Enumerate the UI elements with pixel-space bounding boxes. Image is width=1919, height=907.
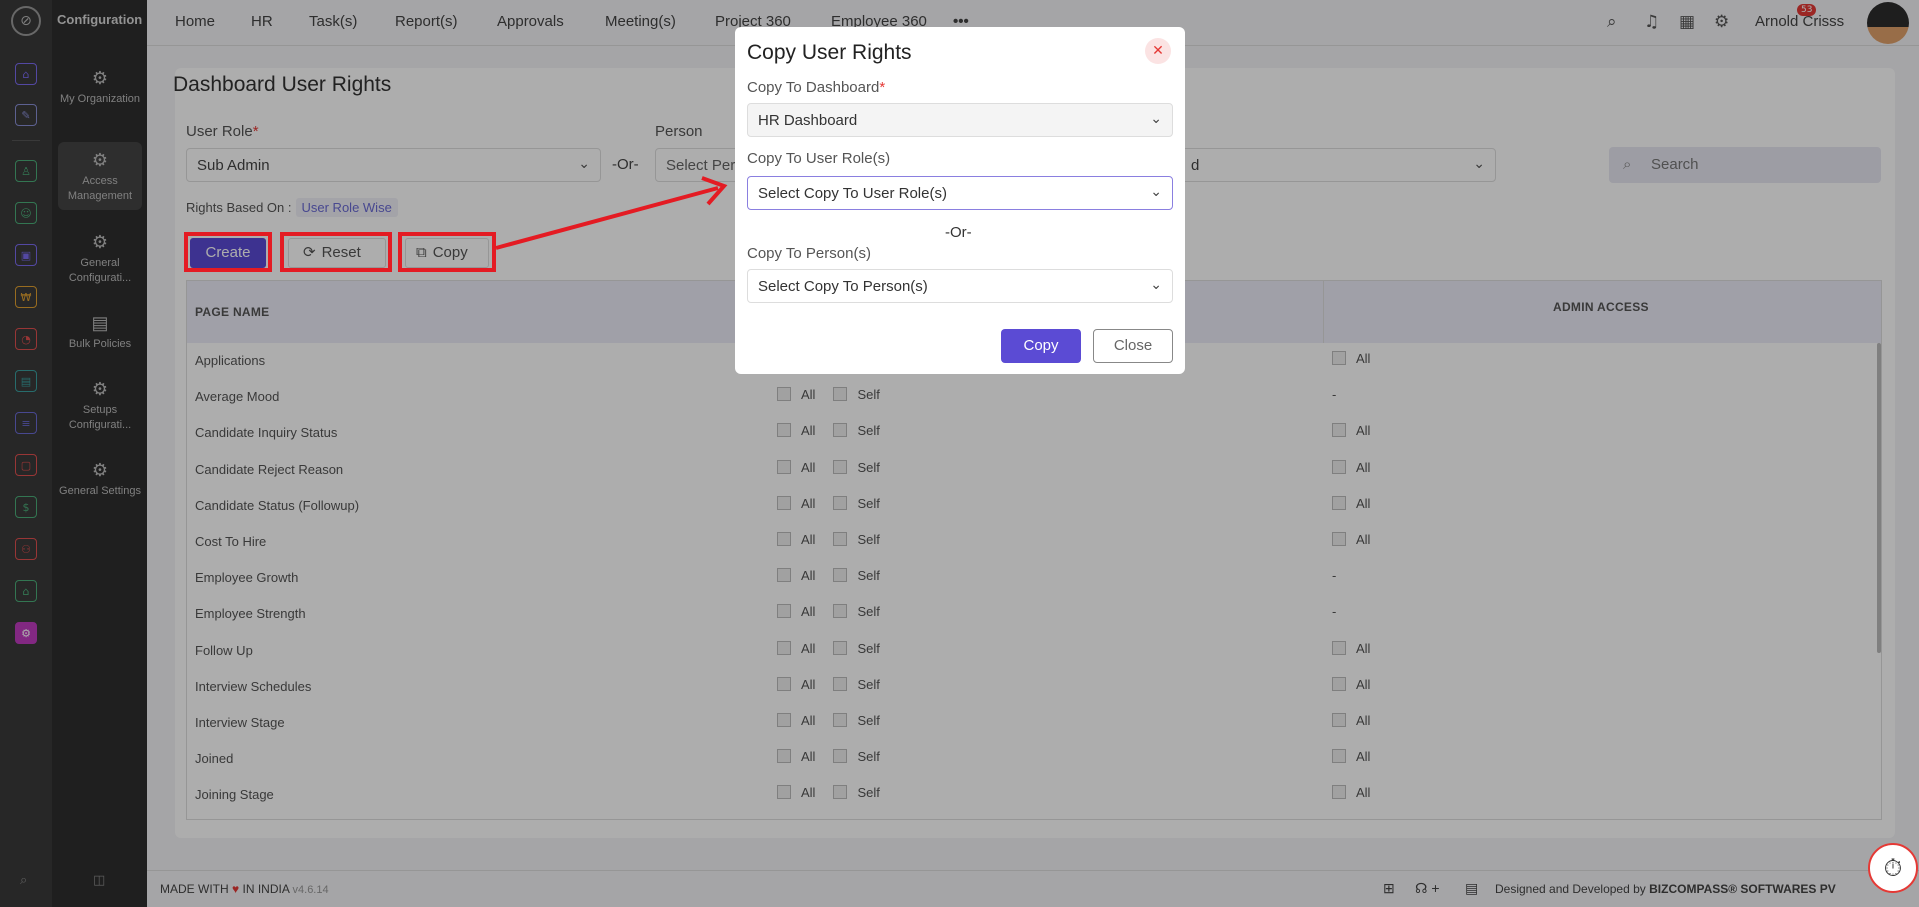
close-icon[interactable]: ✕	[1145, 38, 1171, 64]
copy-submit-button[interactable]: Copy	[1001, 329, 1081, 363]
copy-to-persons-label: Copy To Person(s)	[747, 245, 871, 262]
copy-to-roles-label: Copy To User Role(s)	[747, 150, 891, 167]
annotation-box-reset	[280, 232, 392, 272]
copy-to-dashboard-select[interactable]: HR Dashboard ⌄	[747, 103, 1173, 137]
or-separator: -Or-	[945, 224, 972, 241]
copy-user-rights-dialog: Copy User Rights ✕ Copy To Dashboard* HR…	[735, 27, 1185, 374]
annotation-box-create	[184, 232, 272, 272]
chevron-down-icon: ⌄	[1150, 276, 1162, 292]
copy-to-persons-select[interactable]: Select Copy To Person(s) ⌄	[747, 269, 1173, 303]
copy-to-dashboard-label: Copy To Dashboard*	[747, 79, 886, 96]
chevron-down-icon: ⌄	[1150, 110, 1162, 126]
annotation-box-copy	[398, 232, 496, 272]
dialog-title: Copy User Rights	[747, 41, 912, 64]
chevron-down-icon: ⌄	[1150, 183, 1162, 199]
timer-icon[interactable]: ⏱	[1868, 843, 1918, 893]
close-button[interactable]: Close	[1093, 329, 1173, 363]
copy-to-roles-select[interactable]: Select Copy To User Role(s) ⌄	[747, 176, 1173, 210]
